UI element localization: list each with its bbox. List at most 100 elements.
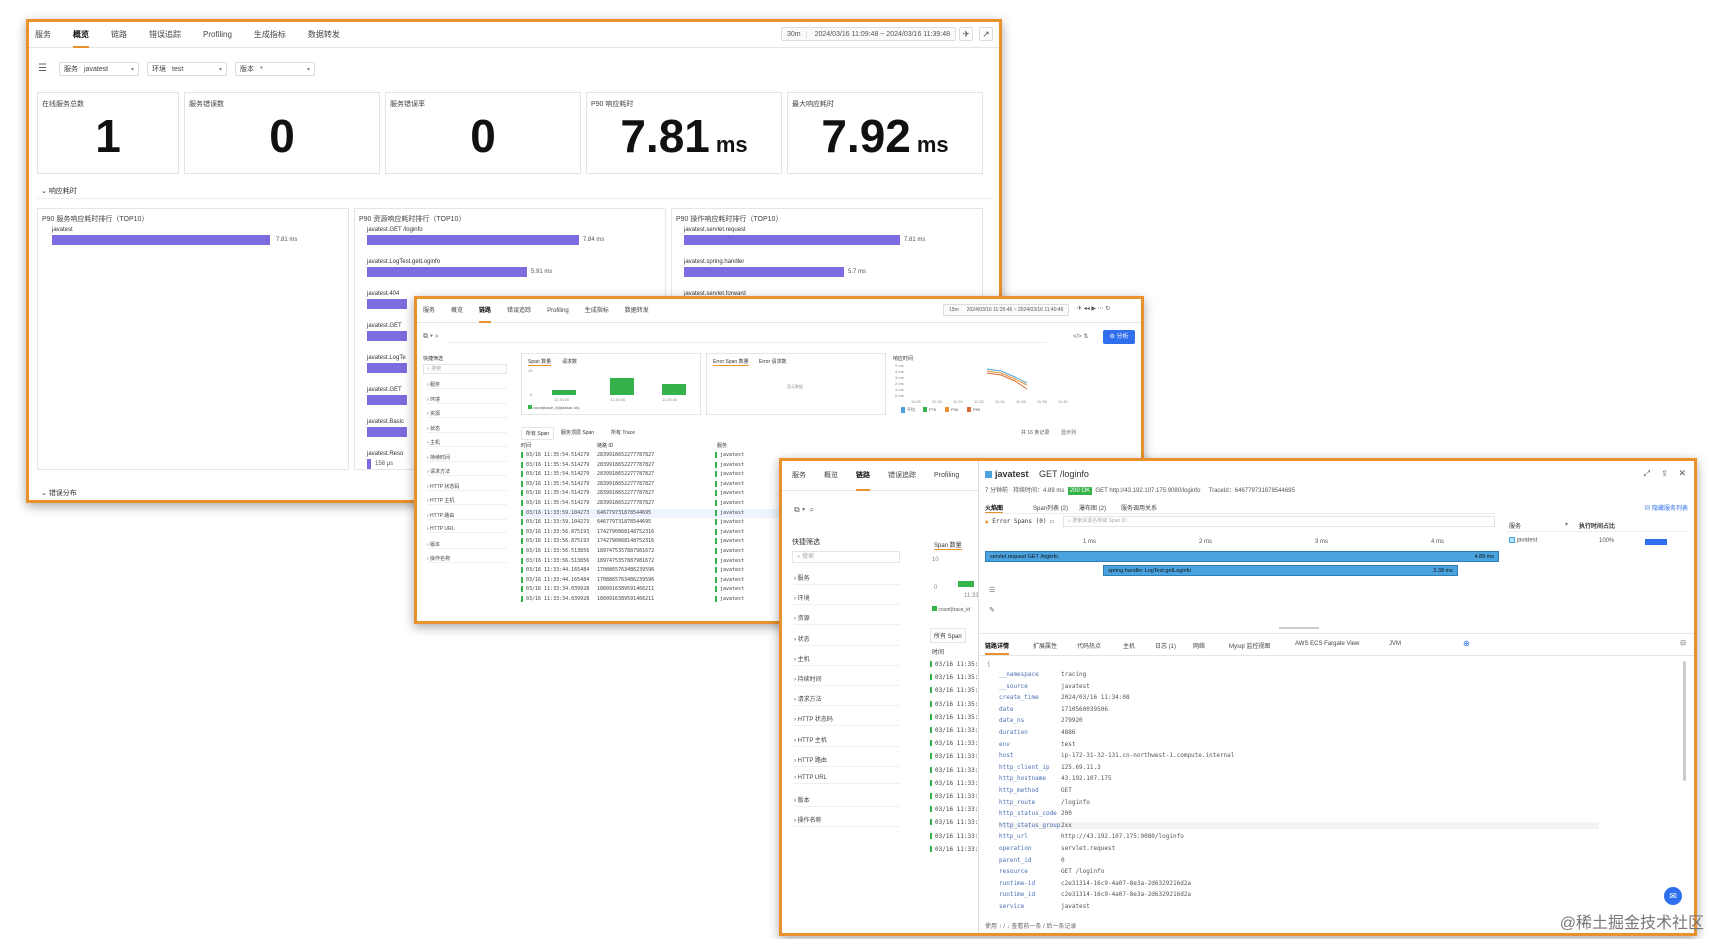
tab-traces[interactable]: 链路 bbox=[856, 461, 870, 491]
detail-subtab[interactable]: 瀑布图 (2) bbox=[1079, 503, 1106, 512]
detail-bottom-tab[interactable]: 网络 bbox=[1193, 641, 1205, 650]
detail-bottom-tab[interactable]: Mysql 监控视图 bbox=[1229, 641, 1270, 650]
flame-span[interactable]: spring.handler LogTest.getLoginfo 3.38 ms bbox=[1103, 565, 1458, 576]
attribute-row[interactable]: __source javatest bbox=[999, 683, 1599, 690]
filter-item[interactable]: › HTTP 路由 bbox=[427, 512, 507, 520]
filter-item[interactable]: › HTTP URL bbox=[794, 775, 900, 784]
latency-bar[interactable] bbox=[367, 427, 407, 437]
attribute-row[interactable]: resource GET /loginfo bbox=[999, 868, 1599, 875]
span-search-input[interactable]: ⌕ 搜索资源名称或 Span ID bbox=[1063, 516, 1495, 527]
filter-item[interactable]: › HTTP 主机 bbox=[427, 497, 507, 505]
service-filter-icon[interactable]: ▾ bbox=[1565, 521, 1568, 528]
table-row[interactable]: 03/16 11:33:56.87 bbox=[930, 752, 978, 762]
filter-icon[interactable]: ☰ bbox=[38, 63, 47, 74]
tab-service-top-spans[interactable]: 服务顶层 Span bbox=[557, 427, 598, 438]
request-count-tab[interactable]: 请求数 bbox=[562, 358, 577, 365]
filter-item[interactable]: › HTTP 状态码 bbox=[794, 714, 900, 727]
col-service[interactable]: 服务 bbox=[717, 442, 727, 449]
attribute-row[interactable]: operation servlet.request bbox=[999, 845, 1599, 852]
detail-bottom-tab[interactable]: JVM bbox=[1389, 641, 1401, 647]
attribute-row[interactable]: service javatest bbox=[999, 903, 1599, 910]
error-request-tab[interactable]: Error 请求数 bbox=[759, 358, 787, 365]
hide-service-list-button[interactable]: ▤ 隐藏服务列表 bbox=[1644, 503, 1688, 512]
col-time[interactable]: 时间 bbox=[521, 442, 531, 449]
version-filter[interactable]: 版本 * ▾ bbox=[235, 62, 315, 76]
detail-bottom-tab[interactable]: 链路详情 bbox=[985, 641, 1010, 655]
detail-bottom-tab[interactable]: AWS ECS Fargate View bbox=[1295, 641, 1359, 647]
attribute-row[interactable]: runtime_id c2e31314-16c9-4a07-8e3a-2d6329… bbox=[999, 891, 1599, 898]
analyze-button[interactable]: ⚙ 分析 bbox=[1103, 330, 1135, 344]
latency-bar[interactable] bbox=[684, 235, 900, 245]
tab-services[interactable]: 服务 bbox=[35, 22, 51, 48]
error-span-tab[interactable]: Error Span 数量 bbox=[713, 358, 749, 366]
latency-bar[interactable] bbox=[367, 395, 407, 405]
show-columns-button[interactable]: 显示列 bbox=[1061, 429, 1076, 436]
table-row[interactable]: 03/16 11:33:44.16 bbox=[930, 818, 978, 828]
attribute-row[interactable]: parent_id 0 bbox=[999, 857, 1599, 864]
tab-error-tracking[interactable]: 错误追踪 bbox=[507, 299, 531, 323]
tab-overview[interactable]: 概览 bbox=[73, 22, 89, 48]
list-icon[interactable]: ☰ bbox=[989, 586, 995, 594]
attribute-row[interactable]: date_ns 279920 bbox=[999, 717, 1599, 724]
filter-item[interactable]: › 资源 bbox=[427, 410, 507, 418]
detail-bottom-tab[interactable]: 主机 bbox=[1123, 641, 1135, 650]
table-row[interactable]: 03/16 11:33:44.16 bbox=[930, 805, 978, 815]
table-row[interactable]: 03/16 11:33:34.03 bbox=[930, 832, 978, 842]
attribute-row[interactable]: env test bbox=[999, 741, 1599, 748]
search-icon[interactable]: ⧉ ▾ ⌕ bbox=[423, 333, 439, 341]
tab-error-tracking[interactable]: 错误追踪 bbox=[149, 22, 181, 48]
latency-bar[interactable] bbox=[367, 267, 527, 277]
tab-forwarding[interactable]: 数据转发 bbox=[308, 22, 340, 48]
table-row[interactable]: 03/16 11:33:56.87 bbox=[930, 766, 978, 776]
tab-metrics[interactable]: 生成指标 bbox=[254, 22, 286, 48]
attribute-row[interactable]: http_status_code 200 bbox=[999, 810, 1599, 817]
detail-bottom-tab[interactable]: 日志 (1) bbox=[1155, 641, 1176, 650]
tab-services[interactable]: 服务 bbox=[792, 461, 806, 491]
filter-item[interactable]: › 资源 bbox=[794, 613, 900, 626]
filter-item[interactable]: › 环境 bbox=[794, 593, 900, 606]
tab-forwarding[interactable]: 数据转发 bbox=[625, 299, 649, 323]
span-bar[interactable] bbox=[662, 384, 686, 395]
pin-icon[interactable]: ✈ bbox=[959, 27, 973, 41]
filter-item[interactable]: › HTTP URL bbox=[427, 526, 507, 533]
flame-span[interactable]: servlet.request GET /loginfo 4.89 ms bbox=[985, 551, 1499, 562]
col-trace-id[interactable]: 链路 ID bbox=[597, 442, 613, 449]
filter-item[interactable]: › HTTP 主机 bbox=[794, 735, 900, 747]
filter-item[interactable]: › 持续时间 bbox=[794, 674, 900, 686]
latency-bar[interactable] bbox=[684, 267, 844, 277]
detail-subtab[interactable]: 服务调用关系 bbox=[1121, 503, 1157, 512]
filter-item[interactable]: › HTTP 状态码 bbox=[427, 483, 507, 491]
table-row[interactable]: 03/16 11:35:54.51 bbox=[930, 713, 978, 723]
tab-profiling[interactable]: Profiling bbox=[934, 461, 959, 491]
filter-item[interactable]: › 主机 bbox=[794, 654, 900, 666]
filter-item[interactable]: › 服务 bbox=[427, 381, 507, 389]
table-row[interactable]: 03/16 11:33:54.51 bbox=[930, 779, 978, 789]
tab-metrics[interactable]: 生成指标 bbox=[585, 299, 609, 323]
table-row[interactable]: 03/16 11:33:34.03 bbox=[930, 845, 978, 855]
play-controls-icon[interactable]: ✈ ◂◂ ▶ ⋯ ↻ bbox=[1077, 305, 1110, 312]
latency-bar[interactable] bbox=[367, 299, 407, 309]
share-icon[interactable]: ↗ bbox=[979, 27, 993, 41]
scrollbar[interactable] bbox=[1683, 661, 1686, 781]
chat-icon[interactable]: ✉ bbox=[1664, 887, 1682, 905]
table-row[interactable]: 03/16 11:33:54.51 bbox=[930, 792, 978, 802]
filter-item[interactable]: › 请求方法 bbox=[794, 694, 900, 707]
pen-icon[interactable]: ✎ bbox=[989, 606, 995, 614]
span-bar[interactable] bbox=[552, 390, 576, 395]
filter-item[interactable]: › 服务 bbox=[794, 573, 900, 585]
time-range-picker[interactable]: 30m 2024/03/16 11:09:48 ~ 2024/03/16 11:… bbox=[781, 27, 957, 41]
filter-item[interactable]: › 版本 bbox=[427, 541, 507, 549]
span-bar[interactable] bbox=[610, 378, 634, 395]
section-errors[interactable]: ⌄ 错误分布 bbox=[41, 488, 77, 498]
attribute-row[interactable]: date 1710560039506 bbox=[999, 706, 1599, 713]
col-time[interactable]: 时间 bbox=[932, 647, 944, 656]
attribute-row[interactable]: http_status_group2xx bbox=[999, 821, 1599, 829]
tab-overview[interactable]: 概览 bbox=[824, 461, 838, 491]
tab-profiling[interactable]: Profiling bbox=[547, 299, 569, 323]
filter-item[interactable]: › 操作名称 bbox=[794, 815, 900, 828]
tab-all-spans[interactable]: 所有 Span bbox=[930, 628, 966, 643]
attribute-row[interactable]: __namespace tracing bbox=[999, 671, 1599, 678]
latency-bar[interactable] bbox=[52, 235, 270, 245]
tab-error-tracking[interactable]: 错误追踪 bbox=[888, 461, 916, 491]
table-row[interactable]: 03/16 11:33:59.10 bbox=[930, 726, 978, 736]
